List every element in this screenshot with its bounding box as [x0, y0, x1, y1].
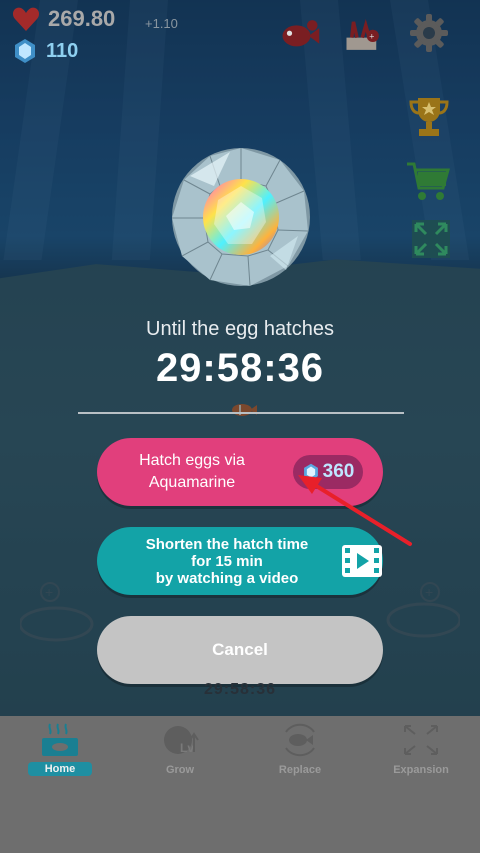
- decoration-icon[interactable]: +: [343, 14, 385, 56]
- shopping-cart-icon[interactable]: [405, 158, 451, 204]
- fish-shop-icon[interactable]: [279, 14, 321, 56]
- svg-text:Lv: Lv: [180, 741, 194, 755]
- hatch-label-line2: Aquamarine: [148, 474, 236, 491]
- hearts-rate: +1.10: [145, 16, 178, 31]
- grow-fish-icon: Lv: [164, 726, 199, 755]
- nav-expansion[interactable]: Expansion: [371, 722, 471, 776]
- trophy-icon[interactable]: [406, 94, 452, 140]
- hearts-value: 269.80: [48, 6, 116, 31]
- hatch-label-line1: Hatch eggs via: [139, 452, 245, 469]
- hatch-caption: Until the egg hatches: [146, 318, 334, 340]
- nav-expansion-label: Expansion: [393, 764, 449, 776]
- gems-value: 110: [46, 39, 79, 62]
- replace-fish-icon: [285, 723, 315, 757]
- nav-home-label: Home: [28, 762, 92, 776]
- nav-replace[interactable]: Replace: [250, 722, 350, 776]
- svg-text:+: +: [369, 31, 374, 41]
- annotation-arrow: [298, 475, 412, 546]
- hatch-button-label: Hatch eggs via Aquamarine: [97, 450, 287, 494]
- settings-gear-icon[interactable]: [408, 12, 450, 54]
- hearts-counter: 269.80: [12, 6, 115, 32]
- nav-replace-label: Replace: [278, 764, 322, 776]
- background-timer: 29:58:36: [203, 681, 277, 698]
- bottom-nav: Home Lv Grow Replace Expansion: [0, 716, 480, 853]
- aquamarine-egg: [172, 148, 310, 287]
- nav-home[interactable]: Home: [10, 722, 110, 776]
- divider: [78, 412, 404, 414]
- aquamarine-gem-icon: [15, 39, 35, 63]
- gems-counter: 110: [12, 38, 78, 64]
- expansion-arrows-icon: [404, 725, 438, 755]
- cancel-label: Cancel: [212, 640, 268, 659]
- expand-view-icon[interactable]: [408, 216, 454, 262]
- aquarium-home-icon: [42, 723, 78, 756]
- heart-icon: [12, 7, 40, 31]
- hatch-countdown: 29:58:36: [155, 346, 325, 390]
- video-label-line2: for 15 min: [191, 552, 263, 570]
- nav-grow-label: Grow: [165, 764, 195, 776]
- nav-grow[interactable]: Lv Grow: [130, 722, 230, 776]
- cancel-button[interactable]: Cancel: [97, 616, 383, 684]
- video-label-line3: by watching a video: [155, 569, 299, 587]
